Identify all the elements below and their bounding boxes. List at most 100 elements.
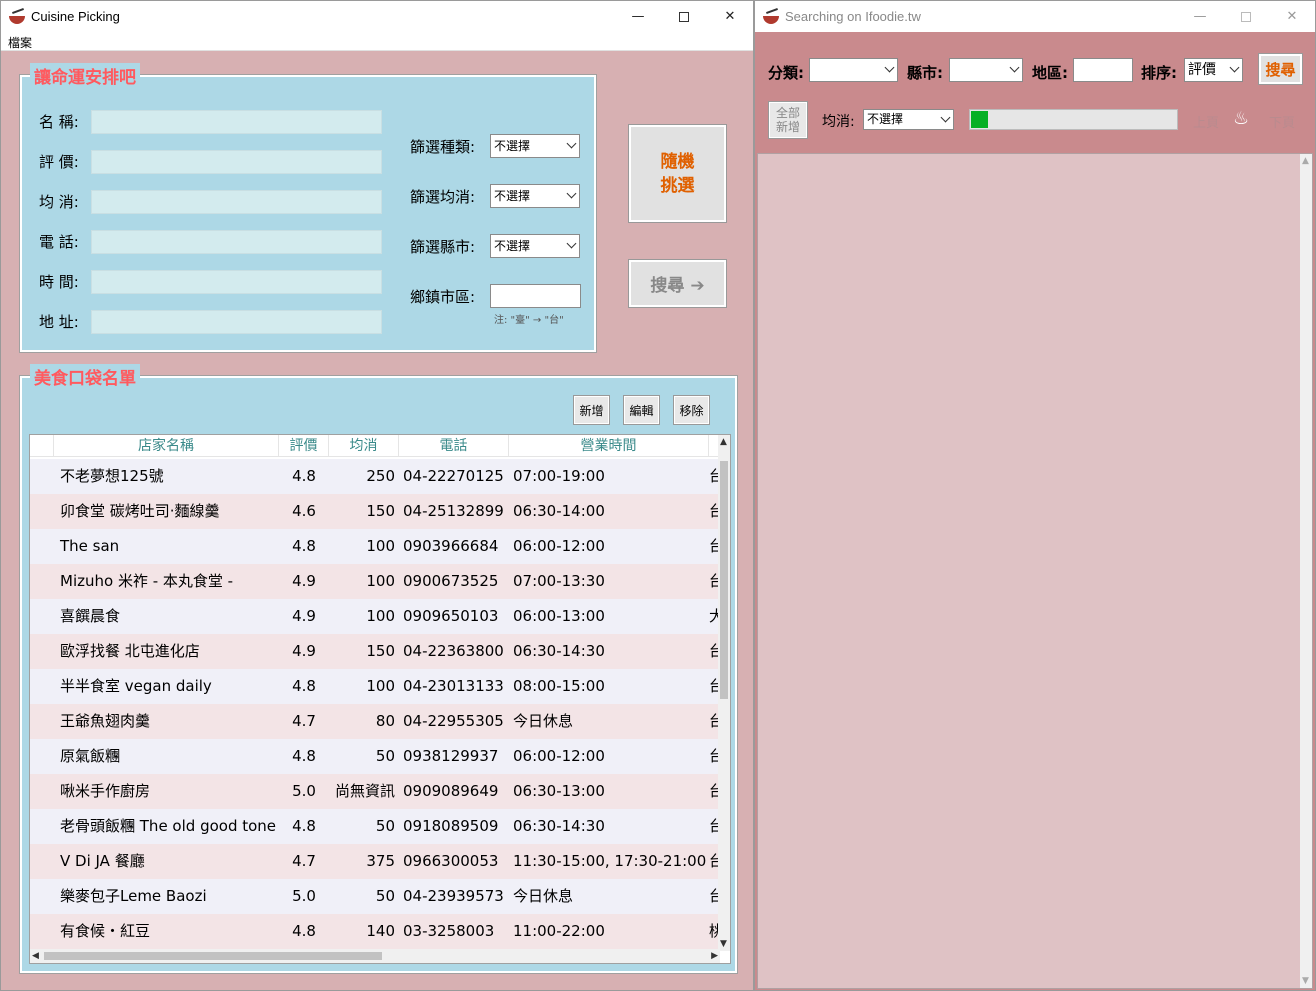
scroll-left-icon[interactable]: ◀ bbox=[32, 951, 39, 961]
edit-button[interactable]: 編輯 bbox=[623, 395, 660, 425]
maximize-button[interactable] bbox=[661, 1, 707, 32]
random-pick-group: 讓命運安排吧 名 稱: 評 價: 均 消: 電 話: 時 間: 地 址: 篩選種… bbox=[19, 63, 597, 353]
cell-hours: 07:00-19:00 bbox=[513, 467, 605, 485]
phone-label: 電 話: bbox=[39, 233, 79, 251]
search-results-panel[interactable]: ▲ ▼ bbox=[757, 153, 1313, 989]
filter-city-select[interactable]: 不選擇 bbox=[490, 234, 580, 258]
scroll-down-icon[interactable]: ▼ bbox=[720, 939, 727, 949]
chevron-down-icon bbox=[884, 62, 895, 73]
cell-avg: 50 bbox=[375, 747, 395, 765]
add-all-button[interactable]: 全部 新增 bbox=[768, 101, 808, 139]
cell-rating: 4.8 bbox=[292, 677, 316, 695]
random-pick-line2: 挑選 bbox=[660, 175, 695, 196]
table-row[interactable]: The san4.8100090396668406:00-12:00台 bbox=[30, 529, 720, 564]
cell-avg: 375 bbox=[366, 852, 395, 870]
table-row[interactable]: 啾米手作廚房5.0尚無資訊090908964906:30-13:00台 bbox=[30, 774, 720, 809]
cell-phone: 0900673525 bbox=[403, 572, 499, 590]
column-header-name[interactable]: 店家名稱 bbox=[54, 435, 279, 457]
cell-phone: 04-25132899 bbox=[403, 502, 504, 520]
column-header-phone[interactable]: 電話 bbox=[399, 435, 509, 457]
cell-avg: 50 bbox=[375, 817, 395, 835]
list-header: 店家名稱 評價 均消 電話 營業時間 bbox=[30, 435, 720, 457]
cell-name: 喜饌晨食 bbox=[60, 607, 121, 625]
hot-spring-icon[interactable]: ♨ bbox=[1233, 108, 1249, 129]
filter-type-label: 篩選種類: bbox=[410, 138, 476, 156]
maximize-button[interactable] bbox=[1223, 1, 1269, 32]
ifoodie-search-button[interactable]: 搜尋 bbox=[1258, 53, 1303, 85]
chevron-down-icon bbox=[566, 138, 577, 149]
results-scrollbar[interactable]: ▲ ▼ bbox=[1300, 154, 1312, 988]
phone-value bbox=[91, 230, 382, 254]
random-pick-button[interactable]: 隨機 挑選 bbox=[628, 124, 727, 223]
close-button[interactable]: ✕ bbox=[1269, 1, 1315, 32]
table-row[interactable]: 老骨頭飯糰 The old good tone 4.8 50 0918089509 06… bbox=[30, 809, 720, 844]
table-row[interactable]: 不老夢想125號4.825004-2227012507:00-19:00台 bbox=[30, 459, 720, 494]
filter-type-select[interactable]: 不選擇 bbox=[490, 134, 580, 158]
filter-city-value: 不選擇 bbox=[494, 239, 531, 253]
column-header-rating[interactable]: 評價 bbox=[279, 435, 329, 457]
table-row[interactable]: 樂麥包子Leme Baozi5.05004-23939573今日休息台 bbox=[30, 879, 720, 914]
cell-name: 啾米手作廚房 bbox=[60, 782, 151, 800]
cell-rating: 4.7 bbox=[292, 712, 316, 730]
table-row[interactable]: V Di JA 餐廳 4.7 375 0966300053 11:30-15:00, 1… bbox=[30, 844, 720, 879]
next-page-button[interactable]: 下頁 bbox=[1269, 112, 1295, 131]
scroll-down-icon[interactable]: ▼ bbox=[1302, 976, 1309, 986]
cell-phone: 04-23939573 bbox=[403, 887, 504, 905]
cell-hours: 今日休息 bbox=[513, 887, 574, 905]
sort-value: 評價 bbox=[1188, 62, 1216, 78]
table-row[interactable]: Mizuho 米祚 - 本丸食堂 - 4.9 100 0900673525 07:00-… bbox=[30, 564, 720, 599]
minimize-button[interactable]: — bbox=[615, 1, 661, 32]
time-value bbox=[91, 270, 382, 294]
cell-rating: 4.8 bbox=[292, 537, 316, 555]
city-select[interactable] bbox=[949, 58, 1023, 82]
cell-name: Mizuho 米祚 - 本丸食堂 - bbox=[60, 572, 234, 590]
horizontal-scroll-thumb[interactable] bbox=[44, 952, 382, 960]
horizontal-scrollbar[interactable]: ◀ ▶ bbox=[30, 949, 720, 963]
cell-rating: 4.8 bbox=[292, 747, 316, 765]
table-row[interactable]: 卯食堂 碳烤吐司·麵線羹 4.6 150 04-25132899 06:30-14:00… bbox=[30, 494, 720, 529]
close-button[interactable]: ✕ bbox=[707, 1, 753, 32]
district-input[interactable] bbox=[490, 284, 581, 308]
area-input[interactable] bbox=[1073, 58, 1133, 82]
filter-avg-select[interactable]: 不選擇 bbox=[490, 184, 580, 208]
sort-select[interactable]: 評價 bbox=[1184, 58, 1243, 82]
table-row[interactable]: 半半食室 vegan daily 4.8 100 04-23013133 08:00-1… bbox=[30, 669, 720, 704]
cell-name: 歐浮找餐 北屯進化店 bbox=[60, 642, 200, 660]
cell-hours: 11:00-22:00 bbox=[513, 922, 605, 940]
table-row[interactable]: 有食候・紅豆4.814003-325800311:00-22:00桃 bbox=[30, 914, 720, 949]
column-header-hours[interactable]: 營業時間 bbox=[509, 435, 709, 457]
cell-avg: 100 bbox=[366, 677, 395, 695]
cell-hours: 07:00-13:30 bbox=[513, 572, 605, 590]
chevron-down-icon bbox=[1009, 62, 1020, 73]
scroll-up-icon[interactable]: ▲ bbox=[1302, 156, 1309, 166]
edit-button-label: 編輯 bbox=[629, 403, 654, 418]
cell-hours: 06:30-14:30 bbox=[513, 817, 605, 835]
table-row[interactable]: 王爺魚翅肉羹4.78004-22955305今日休息台 bbox=[30, 704, 720, 739]
menu-file[interactable]: 檔案 bbox=[8, 34, 32, 51]
window-title: Searching on Ifoodie.tw bbox=[785, 9, 921, 24]
favorites-group: 美食口袋名單 新增 編輯 移除 店家名稱 評價 均消 電話 營業時間 不老夢想1… bbox=[19, 364, 738, 974]
avg-filter-select[interactable]: 不選擇 bbox=[863, 109, 954, 130]
favorites-list[interactable]: 店家名稱 評價 均消 電話 營業時間 不老夢想125號 4.8 250 04-2227… bbox=[29, 434, 731, 964]
scroll-right-icon[interactable]: ▶ bbox=[711, 951, 718, 961]
column-header-avg[interactable]: 均消 bbox=[329, 435, 399, 457]
scroll-up-icon[interactable]: ▲ bbox=[720, 437, 727, 447]
filter-avg-value: 不選擇 bbox=[494, 189, 531, 203]
table-row[interactable]: 喜饌晨食4.9100090965010306:00-13:00大 bbox=[30, 599, 720, 634]
cell-phone: 0903966684 bbox=[403, 537, 499, 555]
cell-phone: 0918089509 bbox=[403, 817, 499, 835]
table-row[interactable]: 歐浮找餐 北屯進化店4.915004-2236380006:30-14:30台 bbox=[30, 634, 720, 669]
title-bar: Searching on Ifoodie.tw — ✕ bbox=[755, 1, 1315, 32]
vertical-scrollbar[interactable]: ▲ ▼ bbox=[718, 435, 730, 951]
table-row[interactable]: 原氣飯糰4.850093812993706:00-12:00台 bbox=[30, 739, 720, 774]
remove-button[interactable]: 移除 bbox=[673, 395, 710, 425]
cell-avg: 150 bbox=[366, 642, 395, 660]
vertical-scroll-thumb[interactable] bbox=[720, 461, 728, 699]
minimize-button[interactable]: — bbox=[1177, 1, 1223, 32]
category-select[interactable] bbox=[809, 58, 898, 82]
name-value bbox=[91, 110, 382, 134]
search-button[interactable]: 搜尋 ➔ bbox=[628, 259, 727, 308]
prev-page-button[interactable]: 上頁 bbox=[1193, 112, 1219, 131]
cell-name: 老骨頭飯糰 The old good tone bbox=[60, 817, 277, 835]
add-button[interactable]: 新增 bbox=[573, 395, 610, 425]
